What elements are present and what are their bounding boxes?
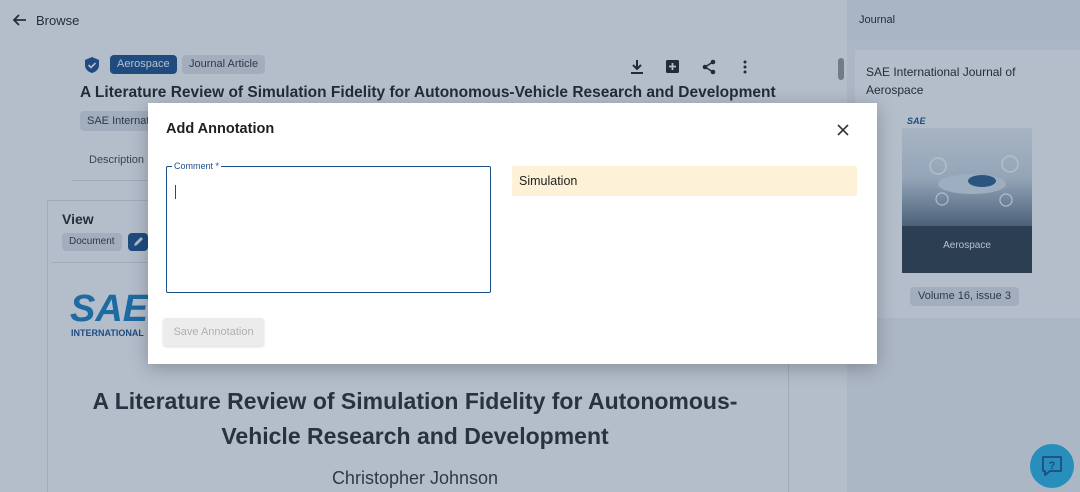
save-annotation-button[interactable]: Save Annotation	[163, 318, 264, 346]
highlighted-text: Simulation	[512, 166, 857, 196]
text-caret	[175, 185, 176, 199]
add-annotation-dialog: Add Annotation Comment * Simulation Save…	[148, 103, 877, 364]
dialog-title: Add Annotation	[166, 121, 275, 137]
comment-input[interactable]: Comment *	[166, 161, 491, 293]
comment-label: Comment *	[172, 161, 222, 172]
close-icon[interactable]	[836, 123, 850, 137]
